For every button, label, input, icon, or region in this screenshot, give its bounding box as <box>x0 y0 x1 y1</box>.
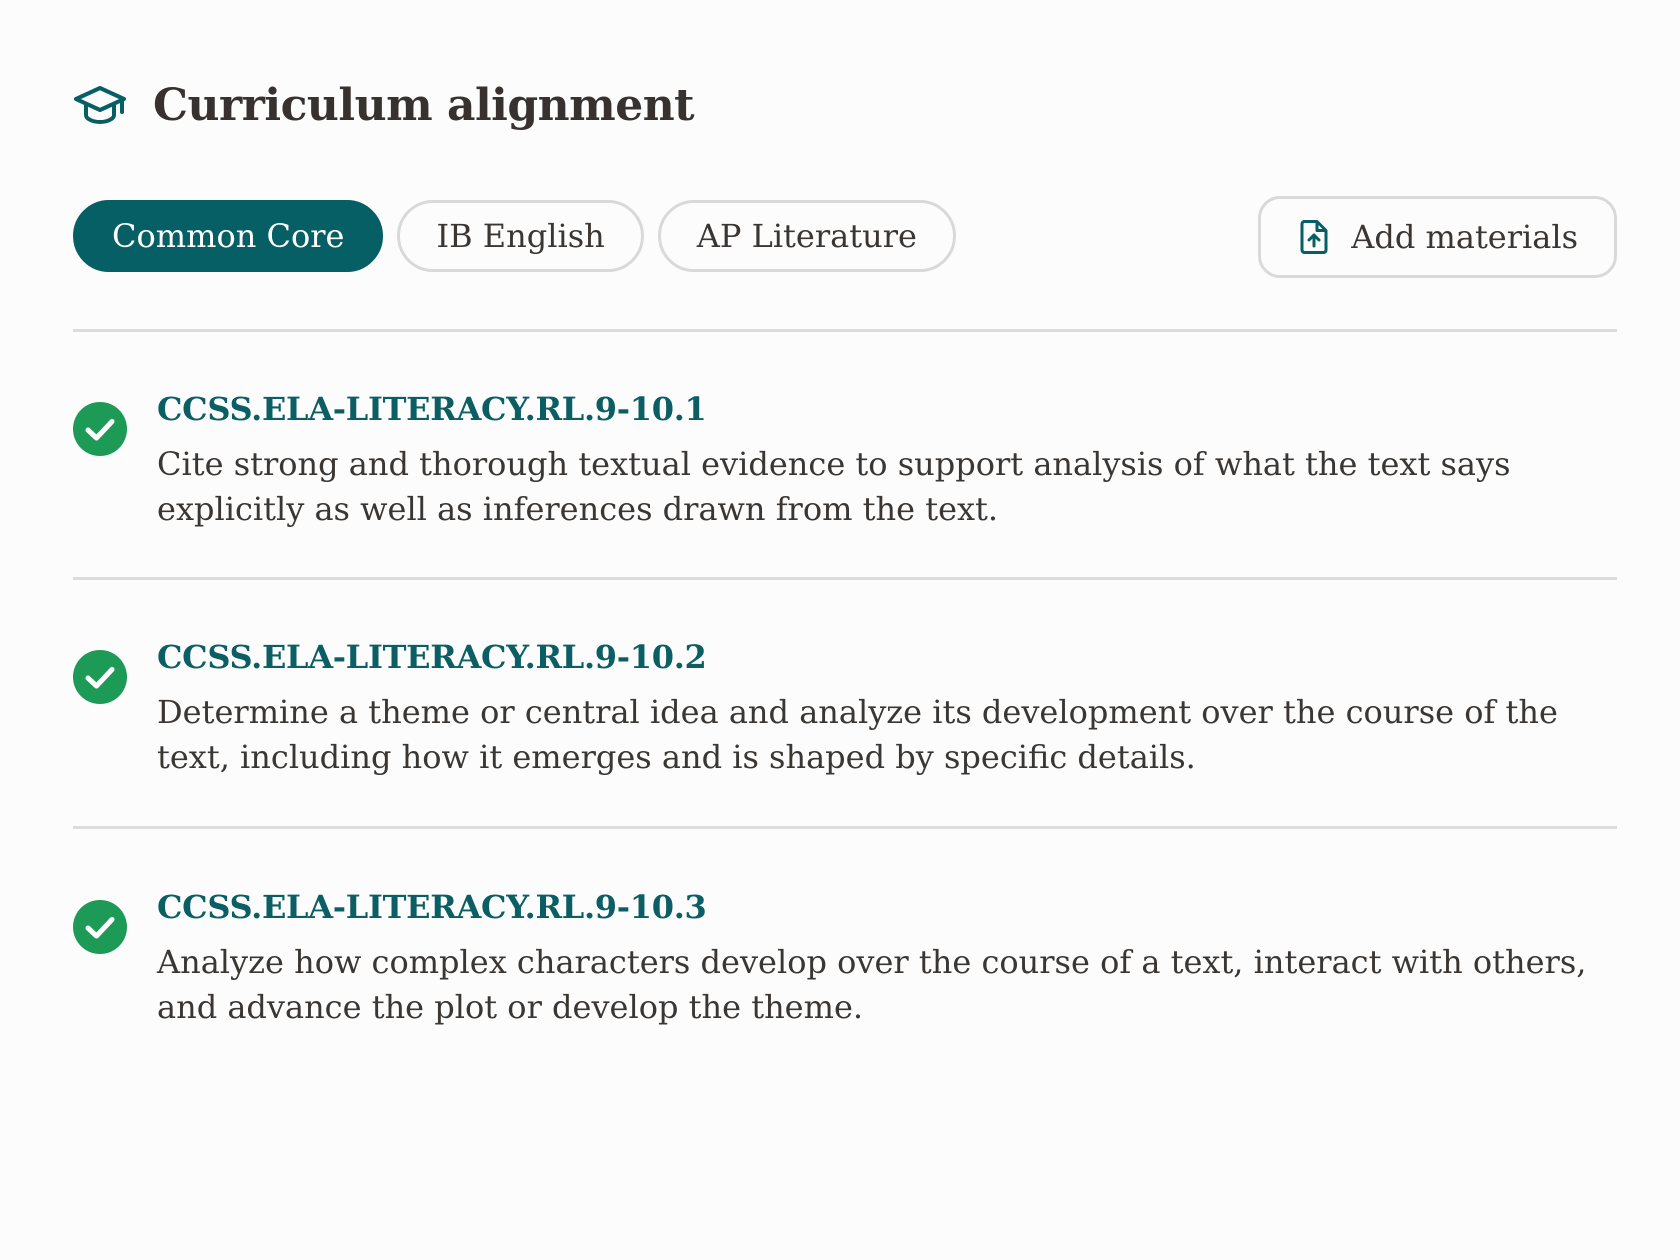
tab-ap-literature[interactable]: AP Literature <box>657 200 956 272</box>
standard-description: Determine a theme or central idea and an… <box>157 693 1558 776</box>
standard-code[interactable]: CCSS.ELA-LITERACY.RL.9-10.2 <box>157 638 707 676</box>
check-circle-icon <box>73 650 127 704</box>
standard-item: CCSS.ELA-LITERACY.RL.9-10.2 Determine a … <box>73 626 1617 786</box>
curriculum-alignment-panel: Curriculum alignment Common Core IB Engl… <box>73 0 1617 1260</box>
page-title: Curriculum alignment <box>153 79 695 131</box>
standard-code[interactable]: CCSS.ELA-LITERACY.RL.9-10.1 <box>157 390 707 428</box>
file-upload-icon <box>1299 219 1329 255</box>
framework-tabs: Common Core IB English AP Literature <box>73 200 956 272</box>
standard-item: CCSS.ELA-LITERACY.RL.9-10.1 Cite strong … <box>73 378 1617 538</box>
check-circle-icon <box>73 402 127 456</box>
standard-item: CCSS.ELA-LITERACY.RL.9-10.3 Analyze how … <box>73 876 1617 1036</box>
divider <box>73 329 1617 332</box>
panel-header: Curriculum alignment <box>73 72 695 138</box>
tab-ib-english[interactable]: IB English <box>397 200 644 272</box>
tab-common-core[interactable]: Common Core <box>73 200 384 272</box>
add-materials-label: Add materials <box>1351 218 1578 256</box>
standard-description: Analyze how complex characters develop o… <box>157 943 1587 1026</box>
standard-description: Cite strong and thorough textual evidenc… <box>157 445 1511 528</box>
check-circle-icon <box>73 900 127 954</box>
divider <box>73 577 1617 580</box>
standard-code[interactable]: CCSS.ELA-LITERACY.RL.9-10.3 <box>157 888 707 926</box>
add-materials-button[interactable]: Add materials <box>1258 196 1617 278</box>
toolbar: Common Core IB English AP Literature Add… <box>73 196 1617 278</box>
graduation-cap-icon <box>73 83 127 127</box>
divider <box>73 826 1617 829</box>
